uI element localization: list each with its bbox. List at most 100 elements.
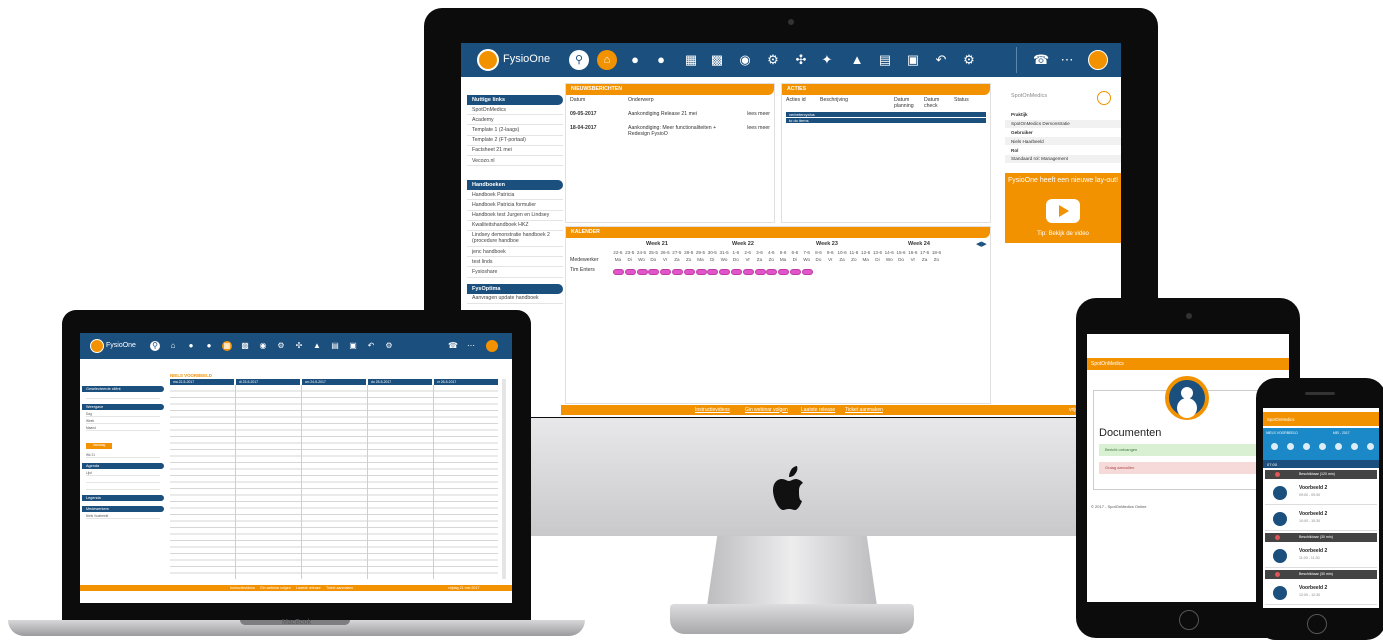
- footer-link-webinar[interactable]: Gin webinar volgen: [260, 586, 291, 590]
- statistics-icon[interactable]: ▤: [330, 341, 340, 351]
- footer-link-instruction-videos[interactable]: Instructievideos: [695, 407, 730, 413]
- sidebar-heading-employees[interactable]: Medewerkers: [82, 506, 164, 512]
- availability-slot[interactable]: [778, 269, 790, 275]
- availability-slot[interactable]: [789, 269, 801, 275]
- search-icon[interactable]: ⚲: [150, 341, 160, 351]
- exercise-icon[interactable]: ✣: [294, 341, 304, 351]
- book-icon[interactable]: ▣: [348, 341, 358, 351]
- tools-icon[interactable]: ⚙: [765, 52, 781, 68]
- back-icon[interactable]: ↶: [933, 52, 949, 68]
- day-circle[interactable]: [1287, 443, 1294, 450]
- availability-slot[interactable]: [801, 269, 813, 275]
- organisation-icon[interactable]: ▲: [312, 341, 322, 351]
- view-option-week[interactable]: Week: [86, 419, 160, 424]
- sidebar-link[interactable]: Vecozo.nl: [467, 156, 563, 167]
- sidebar-heading-view[interactable]: Weergave: [82, 404, 164, 410]
- read-more-link[interactable]: lees meer: [738, 111, 770, 117]
- day-circle[interactable]: [1319, 443, 1326, 450]
- sidebar-heading-legend[interactable]: Legenda: [82, 495, 164, 501]
- footer-link-ticket[interactable]: Ticket aanmaken: [326, 586, 353, 590]
- appointment-item[interactable]: Voorbeeld 2 12:00 - 12:30: [1265, 581, 1377, 605]
- agenda-icon[interactable]: ▦: [222, 341, 232, 351]
- exercise-icon[interactable]: ✣: [793, 52, 809, 68]
- day-circle[interactable]: [1367, 443, 1374, 450]
- sidebar-link[interactable]: Fysioshare: [467, 267, 563, 278]
- appointment-item[interactable]: Voorbeeld 2 09:00 - 09:30: [1265, 481, 1377, 505]
- sidebar-heading-client[interactable]: Geselecteerde cliënt: [82, 386, 164, 392]
- phone-week-strip[interactable]: NIELS VOORBEELD MEI - 2017: [1263, 428, 1379, 460]
- home-icon[interactable]: ⌂: [168, 341, 178, 351]
- fysioone-logo-icon[interactable]: [477, 49, 499, 71]
- availability-slot[interactable]: [683, 269, 695, 275]
- book-icon[interactable]: ▣: [905, 52, 921, 68]
- todo-items-bar[interactable]: to do items: [786, 118, 986, 123]
- day-circle[interactable]: [1351, 443, 1358, 450]
- month-label[interactable]: MEI - 2017: [1333, 431, 1350, 435]
- tablet-home-button[interactable]: [1179, 610, 1199, 630]
- sidebar-link[interactable]: Template 2 (FT-portaal): [467, 136, 563, 146]
- sidebar-heading-fysoptima[interactable]: FysOptima: [467, 283, 563, 294]
- availability-slot[interactable]: [695, 269, 707, 275]
- sidebar-link[interactable]: Handboek Patricia formulier: [467, 200, 563, 211]
- footer-link-instruction-videos[interactable]: Instructievideos: [230, 586, 255, 590]
- folder-icon[interactable]: ▩: [240, 341, 250, 351]
- sidebar-link[interactable]: Kwaliteitshandboek HKZ: [467, 221, 563, 231]
- sidebar-link[interactable]: test linds: [467, 257, 563, 268]
- day-circle[interactable]: [1303, 443, 1310, 450]
- availability-slot[interactable]: [719, 269, 731, 275]
- settings-icon[interactable]: ⚙: [384, 341, 394, 351]
- day-circle[interactable]: [1335, 443, 1342, 450]
- play-icon[interactable]: [1046, 199, 1080, 223]
- news-row[interactable]: 18-04-2017 Aankondiging: Meer functional…: [566, 123, 774, 139]
- view-option-day[interactable]: Dag: [86, 412, 160, 417]
- employee-checkbox[interactable]: Niels Voorbeeld: [86, 514, 160, 519]
- phone-home-button[interactable]: [1307, 614, 1327, 634]
- sidebar-link[interactable]: Aanvragen update handboek: [467, 294, 563, 304]
- home-icon[interactable]: ⌂: [597, 50, 617, 70]
- organisation-icon[interactable]: ▲: [849, 52, 865, 68]
- finance-icon[interactable]: ◉: [737, 52, 753, 68]
- sidebar-link[interactable]: jenc handboek: [467, 247, 563, 258]
- sidebar-link[interactable]: Lindsey demonstratie handboek 2 (procedu…: [467, 231, 563, 248]
- fysioone-logo-icon[interactable]: [90, 339, 104, 353]
- agenda-icon[interactable]: ▦: [683, 52, 699, 68]
- sidebar-link[interactable]: Handboek Patricia: [467, 190, 563, 201]
- tools-icon[interactable]: ⚙: [276, 341, 286, 351]
- availability-slot[interactable]: [660, 269, 672, 275]
- search-icon[interactable]: ⚲: [569, 50, 589, 70]
- footer-link-webinar[interactable]: Gin webinar volgen: [745, 407, 788, 413]
- client-icon[interactable]: ●: [186, 341, 196, 351]
- footer-link-latest-release[interactable]: Laatste release: [296, 586, 321, 590]
- available-slot-bar[interactable]: Beschikbaar (30 min): [1265, 533, 1377, 542]
- available-slot-bar[interactable]: Beschikbaar (30 min): [1265, 570, 1377, 579]
- available-slot-bar[interactable]: Beschikbaar (120 min): [1265, 470, 1377, 479]
- appointment-item[interactable]: Voorbeeld 2 11:00 - 11:30: [1265, 544, 1377, 568]
- agenda-scrollbar[interactable]: [502, 379, 506, 579]
- availability-slot[interactable]: [671, 269, 683, 275]
- time-slot-grid[interactable]: [170, 385, 498, 579]
- view-option-month[interactable]: Maand: [86, 426, 160, 431]
- headset-icon[interactable]: ☎: [448, 341, 458, 351]
- user-avatar[interactable]: [1088, 50, 1108, 70]
- folder-icon[interactable]: ▩: [709, 52, 725, 68]
- more-icon[interactable]: ⋯: [466, 341, 476, 351]
- settings-icon[interactable]: ⚙: [961, 52, 977, 68]
- availability-slot[interactable]: [742, 269, 754, 275]
- sidebar-link[interactable]: Factsheet 21 mei: [467, 146, 563, 156]
- sidebar-link[interactable]: Handboek test Jurgen en Lindsey: [467, 211, 563, 221]
- availability-slot[interactable]: [613, 269, 624, 275]
- sidebar-heading-handboeken[interactable]: Handboeken: [467, 180, 563, 191]
- improvement-cycle-bar[interactable]: verbetercyclus: [786, 112, 986, 117]
- today-button[interactable]: Vandaag: [86, 443, 112, 449]
- headset-icon[interactable]: ☎: [1033, 52, 1049, 68]
- client-icon[interactable]: ●: [627, 52, 643, 68]
- calendar-prev-next-icon[interactable]: ◀▶: [976, 240, 987, 248]
- availability-slot[interactable]: [636, 269, 648, 275]
- sidebar-link[interactable]: SpotOnMedics: [467, 105, 563, 116]
- user-avatar[interactable]: [486, 340, 498, 352]
- day-circle[interactable]: [1271, 443, 1278, 450]
- person-icon[interactable]: ✦: [819, 52, 835, 68]
- availability-slot[interactable]: [707, 269, 719, 275]
- read-more-link[interactable]: lees meer: [738, 125, 770, 137]
- employee-name[interactable]: Tim Enters: [570, 267, 595, 273]
